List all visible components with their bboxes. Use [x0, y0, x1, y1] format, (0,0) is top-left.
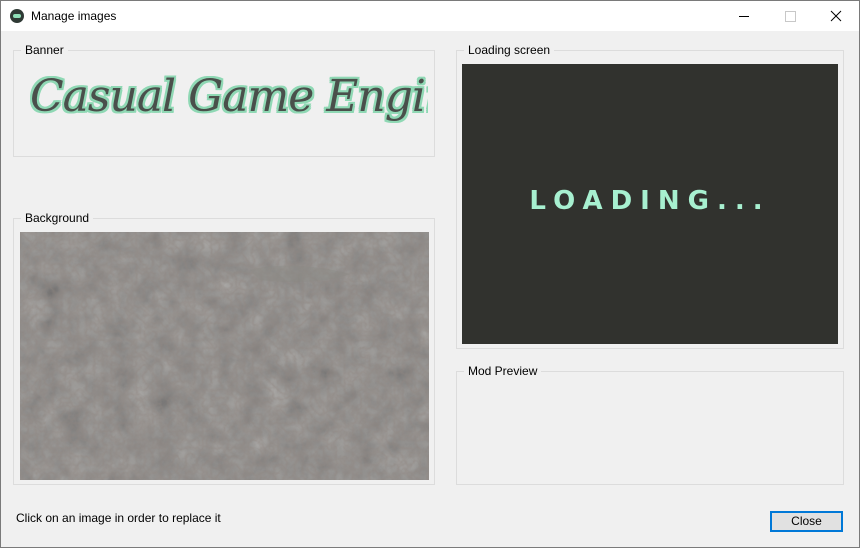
mod-preview-group-label: Mod Preview [464, 364, 542, 378]
background-group-label: Background [21, 211, 94, 225]
banner-image[interactable]: Casual Game Engine [20, 65, 428, 153]
title-bar[interactable]: Manage images [1, 1, 859, 31]
loading-screen-group-label: Loading screen [464, 43, 555, 57]
mod-preview-group: Mod Preview [456, 364, 844, 485]
close-icon [830, 10, 842, 22]
window-title: Manage images [31, 9, 117, 23]
loading-screen-group: Loading screen LOADING... [456, 43, 844, 349]
stone-texture-image [20, 232, 429, 480]
mod-preview-image[interactable] [462, 385, 838, 480]
maximize-button[interactable] [767, 1, 813, 31]
background-group: Background [13, 211, 435, 485]
loading-screen-image[interactable]: LOADING... [462, 64, 838, 344]
close-window-button[interactable] [813, 1, 859, 31]
banner-group: Banner Casual Game Engine [13, 43, 435, 157]
maximize-icon [785, 11, 796, 22]
app-icon [10, 9, 24, 23]
minimize-button[interactable] [721, 1, 767, 31]
minimize-icon [739, 16, 749, 17]
background-image[interactable] [20, 232, 429, 480]
replace-image-hint: Click on an image in order to replace it [16, 511, 221, 525]
manage-images-window: Manage images Banner Casual Game Engine … [0, 0, 860, 548]
close-button[interactable]: Close [770, 511, 843, 532]
banner-group-label: Banner [21, 43, 68, 57]
loading-image-text: LOADING... [529, 186, 771, 216]
banner-image-text: Casual Game Engine [30, 71, 428, 122]
